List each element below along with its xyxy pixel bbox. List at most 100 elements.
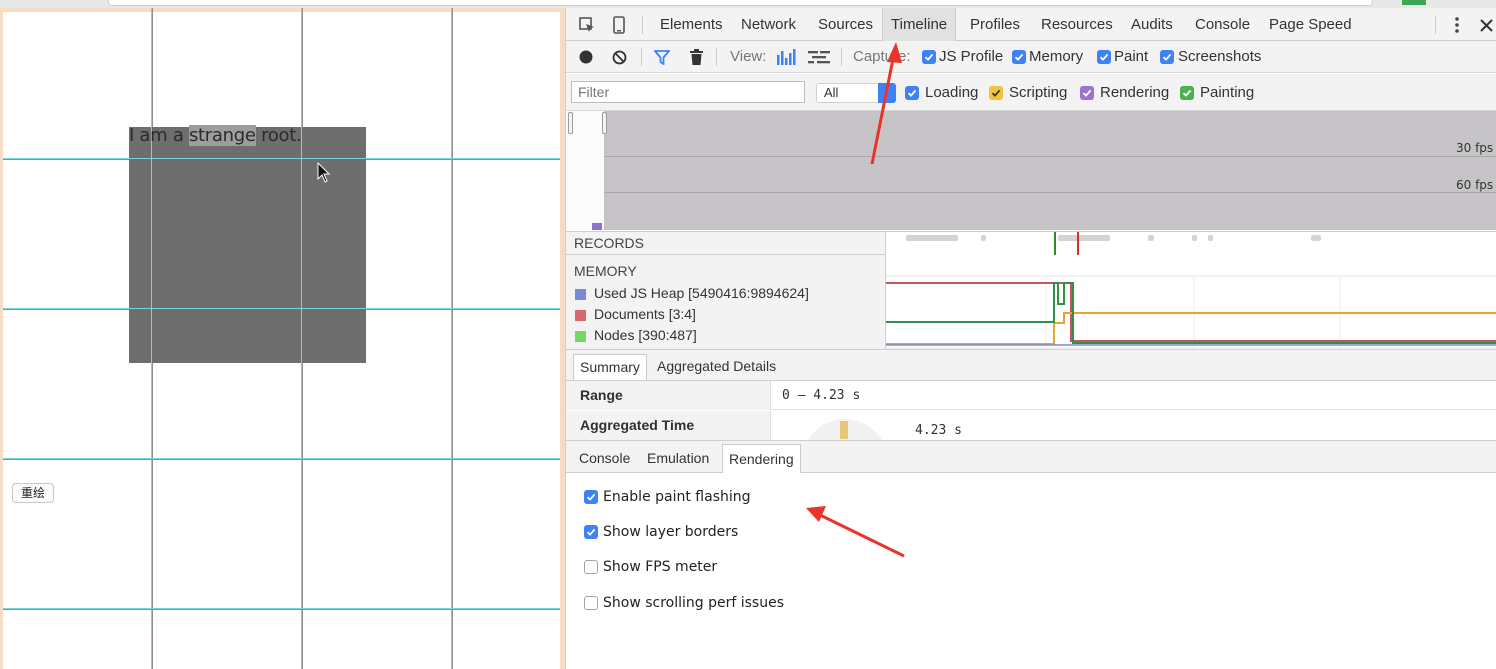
fps-30-label: 30 fps (1456, 141, 1494, 155)
option-paint-flashing[interactable]: Enable paint flashing (584, 487, 751, 507)
capture-paint-label: Paint (1114, 48, 1149, 65)
js-heap-line (886, 312, 1496, 345)
layer-border-line (129, 158, 366, 159)
fps-gridline (604, 192, 1496, 193)
layer-border-line (151, 127, 152, 363)
tab-profiles[interactable]: Profiles (970, 8, 1020, 41)
fps-meter-checkbox[interactable] (584, 560, 598, 574)
devtools-panel: Elements Network Sources Timeline Profil… (565, 8, 1496, 669)
capture-screenshots-checkbox[interactable] (1160, 50, 1174, 64)
separator (841, 48, 842, 66)
filter-painting-checkbox[interactable] (1180, 86, 1194, 100)
timeline-overview[interactable]: 30 fps 60 fps (566, 111, 1496, 230)
record-blip (1311, 235, 1321, 241)
annotation-arrow-icon (806, 506, 905, 558)
tab-network[interactable]: Network (741, 8, 796, 41)
separator (716, 48, 717, 66)
close-devtools-icon[interactable] (1478, 16, 1494, 34)
option-fps-meter[interactable]: Show FPS meter (584, 557, 717, 577)
layer-border-line (129, 308, 366, 309)
summary-range-row: Range 0 – 4.23 s (566, 381, 1496, 410)
overview-right-handle[interactable] (602, 112, 607, 134)
tab-elements[interactable]: Elements (660, 8, 723, 41)
memory-graph[interactable] (886, 255, 1496, 349)
overview-shaded-area (604, 111, 1496, 230)
record-blip (906, 235, 958, 241)
address-bar[interactable] (108, 0, 1373, 6)
summary-aggregated-row: Aggregated Time 4.23 s (566, 411, 1496, 440)
legend-documents-label: Documents [3:4] (594, 306, 696, 322)
layer-borders-checkbox[interactable] (584, 525, 598, 539)
drawer-tab-emulation[interactable]: Emulation (641, 444, 715, 473)
option-scrolling-perf[interactable]: Show scrolling perf issues (584, 593, 784, 613)
root-text-highlight: strange (188, 125, 256, 146)
aggregated-pie-chart (802, 419, 888, 440)
tab-console[interactable]: Console (1195, 8, 1250, 41)
clear-icon[interactable] (611, 49, 627, 65)
legend-documents-swatch (575, 310, 586, 321)
overview-rendering-mark (592, 223, 602, 230)
option-layer-borders[interactable]: Show layer borders (584, 522, 738, 542)
fps-60-label: 60 fps (1456, 178, 1494, 192)
fps-meter-label: Show FPS meter (603, 559, 718, 575)
filter-input[interactable] (571, 81, 805, 103)
fps-gridline (604, 156, 1496, 157)
records-track[interactable] (886, 232, 1496, 256)
aggregated-time-value: 4.23 s (915, 423, 962, 438)
filter-rendering-checkbox[interactable] (1080, 86, 1094, 100)
inspect-element-icon[interactable] (578, 16, 596, 34)
memory-title: MEMORY (574, 263, 637, 279)
scrolling-perf-label: Show scrolling perf issues (603, 595, 785, 611)
record-blip (1148, 235, 1154, 241)
root-text-prefix: I am a (129, 125, 189, 146)
memory-legend: MEMORY Used JS Heap [5490416:9894624] Do… (566, 255, 886, 349)
device-mode-icon[interactable] (610, 15, 628, 35)
filter-scripting-checkbox[interactable] (989, 86, 1003, 100)
legend-nodes-swatch (575, 331, 586, 342)
capture-memory-label: Memory (1029, 48, 1084, 65)
layer-borders-label: Show layer borders (603, 524, 739, 540)
page-edge (3, 8, 560, 12)
capture-screenshots-label: Screenshots (1178, 48, 1262, 65)
tab-aggregated-details[interactable]: Aggregated Details (651, 354, 782, 380)
capture-js-profile-checkbox[interactable] (922, 50, 936, 64)
record-blip (1208, 235, 1213, 241)
waterfall-view-icon[interactable] (807, 49, 831, 65)
record-blip (1058, 235, 1110, 241)
record-blip (1192, 235, 1197, 241)
root-text-suffix: root. (255, 125, 302, 146)
legend-js-heap-label: Used JS Heap [5490416:9894624] (594, 285, 809, 301)
record-icon[interactable] (578, 49, 594, 65)
range-value: 0 – 4.23 s (782, 388, 861, 403)
flame-chart-view-icon[interactable] (775, 49, 797, 65)
filter-rendering-label: Rendering (1100, 84, 1170, 101)
tab-summary[interactable]: Summary (573, 354, 647, 380)
drawer-tab-console[interactable]: Console (573, 444, 636, 473)
category-select-value: All (824, 85, 839, 100)
tab-audits[interactable]: Audits (1131, 8, 1173, 41)
summary-tab-bar: Summary Aggregated Details (566, 349, 1496, 381)
paint-flashing-checkbox[interactable] (584, 490, 598, 504)
capture-paint-checkbox[interactable] (1097, 50, 1111, 64)
filter-painting-label: Painting (1200, 84, 1255, 101)
trash-icon[interactable] (688, 48, 704, 66)
extension-icon[interactable] (1402, 0, 1426, 5)
filter-icon[interactable] (653, 49, 671, 66)
tab-resources[interactable]: Resources (1041, 8, 1113, 41)
scrolling-perf-checkbox[interactable] (584, 596, 598, 610)
filter-scripting-label: Scripting (1009, 84, 1068, 101)
mouse-cursor-icon (317, 162, 331, 183)
pie-slice (840, 421, 848, 439)
more-options-icon[interactable] (1450, 16, 1464, 34)
overview-left-handle[interactable] (568, 112, 573, 134)
devtools-tab-bar: Elements Network Sources Timeline Profil… (566, 8, 1496, 41)
separator (642, 16, 643, 34)
inspected-page: I am a strange root. 重绘 (0, 8, 565, 669)
separator (641, 48, 642, 66)
drawer-tab-rendering[interactable]: Rendering (722, 444, 801, 473)
capture-memory-checkbox[interactable] (1012, 50, 1026, 64)
tab-page-speed[interactable]: Page Speed (1269, 8, 1352, 41)
layer-border-line (3, 459, 560, 460)
layer-border-line (301, 127, 302, 363)
repaint-button[interactable]: 重绘 (12, 483, 55, 503)
